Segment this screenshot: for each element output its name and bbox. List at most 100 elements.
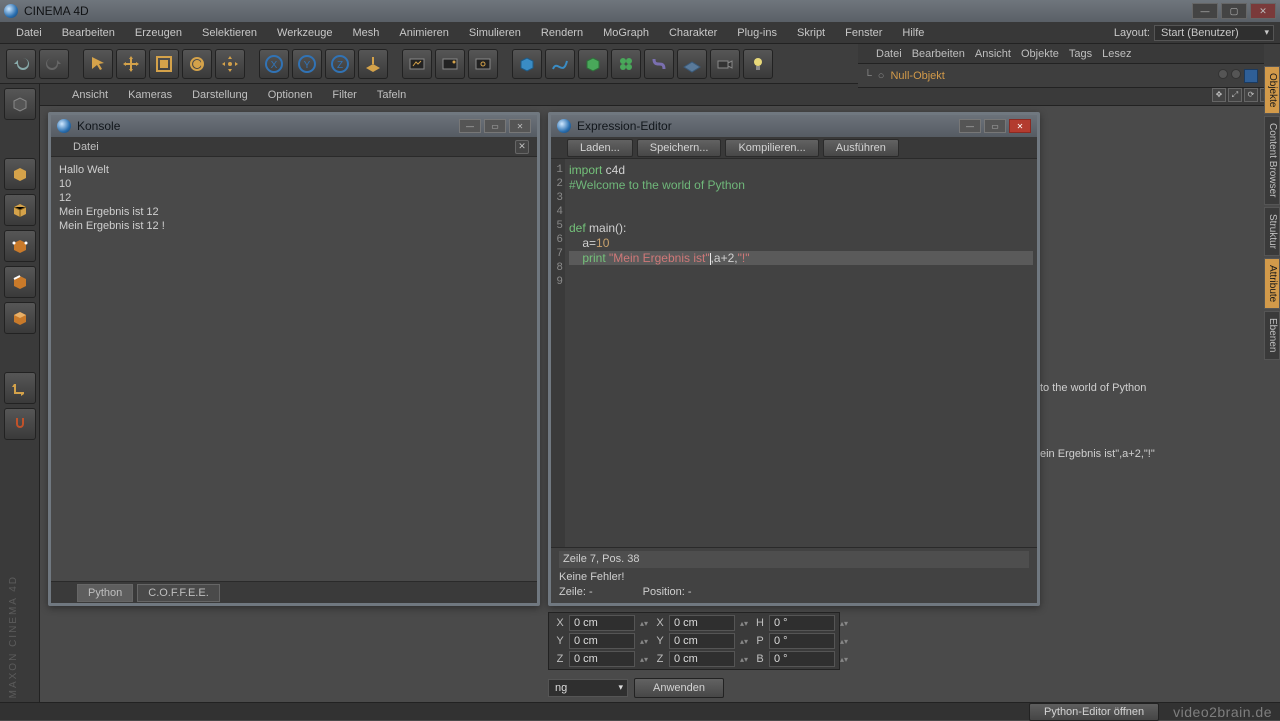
rotate-tool[interactable] bbox=[182, 49, 212, 79]
axis-y-button[interactable]: Y bbox=[292, 49, 322, 79]
menu-animieren[interactable]: Animieren bbox=[389, 24, 459, 42]
coord-system-button[interactable] bbox=[358, 49, 388, 79]
camera-button[interactable] bbox=[710, 49, 740, 79]
render-dot-icon[interactable] bbox=[1231, 69, 1241, 79]
console-maximize-button[interactable]: ▭ bbox=[484, 119, 506, 133]
object-name[interactable]: Null-Objekt bbox=[890, 70, 944, 82]
coord-x2-field[interactable]: 0 cm bbox=[669, 615, 735, 631]
spline-button[interactable] bbox=[545, 49, 575, 79]
move-tool[interactable] bbox=[116, 49, 146, 79]
axis-tool-button[interactable] bbox=[4, 372, 36, 404]
snap-button[interactable] bbox=[4, 408, 36, 440]
spinner-icon[interactable]: ▴▾ bbox=[637, 637, 651, 646]
console-menu-datei[interactable]: Datei bbox=[59, 141, 99, 153]
menu-skript[interactable]: Skript bbox=[787, 24, 835, 42]
array-button[interactable] bbox=[611, 49, 641, 79]
vp-menu-kameras[interactable]: Kameras bbox=[124, 87, 176, 103]
object-row[interactable]: └ ○ Null-Objekt bbox=[858, 64, 1264, 88]
edge-mode-button[interactable] bbox=[4, 266, 36, 298]
coord-z-field[interactable]: 0 cm bbox=[569, 651, 635, 667]
menu-rendern[interactable]: Rendern bbox=[531, 24, 593, 42]
console-minimize-button[interactable]: — bbox=[459, 119, 481, 133]
spinner-icon[interactable]: ▴▾ bbox=[637, 655, 651, 664]
coord-y-field[interactable]: 0 cm bbox=[569, 633, 635, 649]
render-view-button[interactable] bbox=[402, 49, 432, 79]
vp-menu-ansicht[interactable]: Ansicht bbox=[68, 87, 112, 103]
menu-selektieren[interactable]: Selektieren bbox=[192, 24, 267, 42]
poly-mode-button[interactable] bbox=[4, 302, 36, 334]
menu-charakter[interactable]: Charakter bbox=[659, 24, 727, 42]
coord-x-field[interactable]: 0 cm bbox=[569, 615, 635, 631]
side-tab-content browser[interactable]: Content Browser bbox=[1264, 116, 1280, 204]
place-tool[interactable] bbox=[215, 49, 245, 79]
light-button[interactable] bbox=[743, 49, 773, 79]
deformer-button[interactable] bbox=[644, 49, 674, 79]
menu-mograph[interactable]: MoGraph bbox=[593, 24, 659, 42]
code-editor[interactable]: import c4d #Welcome to the world of Pyth… bbox=[565, 159, 1037, 547]
spinner-icon[interactable]: ▴▾ bbox=[837, 655, 851, 664]
spinner-icon[interactable]: ▴▾ bbox=[737, 637, 751, 646]
window-minimize-button[interactable]: — bbox=[1192, 3, 1218, 19]
expr-compile-button[interactable]: Kompilieren... bbox=[725, 139, 818, 157]
coord-apply-button[interactable]: Anwenden bbox=[634, 678, 724, 698]
side-tab-ebenen[interactable]: Ebenen bbox=[1264, 311, 1280, 359]
coord-z2-field[interactable]: 0 cm bbox=[669, 651, 735, 667]
obj-menu-ansicht[interactable]: Ansicht bbox=[975, 48, 1011, 60]
spinner-icon[interactable]: ▴▾ bbox=[837, 619, 851, 628]
visibility-dot-icon[interactable] bbox=[1218, 69, 1228, 79]
vp-zoom-icon[interactable]: ⤢ bbox=[1228, 88, 1242, 102]
vp-rotate-icon[interactable]: ⟳ bbox=[1244, 88, 1258, 102]
render-picture-button[interactable] bbox=[435, 49, 465, 79]
spinner-icon[interactable]: ▴▾ bbox=[637, 619, 651, 628]
side-tab-attribute[interactable]: Attribute bbox=[1264, 258, 1280, 309]
coord-b-field[interactable]: 0 ° bbox=[769, 651, 835, 667]
console-tab-coffee[interactable]: C.O.F.F.E.E. bbox=[137, 584, 220, 602]
menu-plug-ins[interactable]: Plug-ins bbox=[727, 24, 787, 42]
side-tab-objekte[interactable]: Objekte bbox=[1264, 66, 1280, 114]
open-python-editor-button[interactable]: Python-Editor öffnen bbox=[1029, 703, 1159, 721]
window-close-button[interactable]: ✕ bbox=[1250, 3, 1276, 19]
render-settings-button[interactable] bbox=[468, 49, 498, 79]
obj-menu-datei[interactable]: Datei bbox=[876, 48, 902, 60]
obj-menu-tags[interactable]: Tags bbox=[1069, 48, 1092, 60]
make-editable-button[interactable] bbox=[4, 88, 36, 120]
expr-load-button[interactable]: Laden... bbox=[567, 139, 633, 157]
menu-bearbeiten[interactable]: Bearbeiten bbox=[52, 24, 125, 42]
coord-p-field[interactable]: 0 ° bbox=[769, 633, 835, 649]
spinner-icon[interactable]: ▴▾ bbox=[837, 637, 851, 646]
obj-menu-objekte[interactable]: Objekte bbox=[1021, 48, 1059, 60]
redo-button[interactable] bbox=[39, 49, 69, 79]
coord-y2-field[interactable]: 0 cm bbox=[669, 633, 735, 649]
vp-menu-filter[interactable]: Filter bbox=[328, 87, 360, 103]
expr-maximize-button[interactable]: ▭ bbox=[984, 119, 1006, 133]
menu-erzeugen[interactable]: Erzeugen bbox=[125, 24, 192, 42]
scale-tool[interactable] bbox=[149, 49, 179, 79]
obj-menu-lesez[interactable]: Lesez bbox=[1102, 48, 1131, 60]
coord-h-field[interactable]: 0 ° bbox=[769, 615, 835, 631]
expr-save-button[interactable]: Speichern... bbox=[637, 139, 722, 157]
select-tool[interactable] bbox=[83, 49, 113, 79]
menu-hilfe[interactable]: Hilfe bbox=[892, 24, 934, 42]
menu-werkzeuge[interactable]: Werkzeuge bbox=[267, 24, 342, 42]
menu-simulieren[interactable]: Simulieren bbox=[459, 24, 531, 42]
vp-menu-optionen[interactable]: Optionen bbox=[264, 87, 317, 103]
spinner-icon[interactable]: ▴▾ bbox=[737, 655, 751, 664]
python-tag-icon[interactable] bbox=[1244, 69, 1258, 83]
console-close-button[interactable]: ✕ bbox=[509, 119, 531, 133]
menu-datei[interactable]: Datei bbox=[6, 24, 52, 42]
expr-close-button[interactable]: ✕ bbox=[1009, 119, 1031, 133]
floor-button[interactable] bbox=[677, 49, 707, 79]
axis-z-button[interactable]: Z bbox=[325, 49, 355, 79]
side-tab-struktur[interactable]: Struktur bbox=[1264, 207, 1280, 256]
spinner-icon[interactable]: ▴▾ bbox=[737, 619, 751, 628]
coord-mode-dropdown[interactable]: ng bbox=[548, 679, 628, 697]
axis-x-button[interactable]: X bbox=[259, 49, 289, 79]
expr-run-button[interactable]: Ausführen bbox=[823, 139, 899, 157]
point-mode-button[interactable] bbox=[4, 230, 36, 262]
texture-mode-button[interactable] bbox=[4, 194, 36, 226]
obj-menu-bearbeiten[interactable]: Bearbeiten bbox=[912, 48, 965, 60]
vp-menu-tafeln[interactable]: Tafeln bbox=[373, 87, 410, 103]
undo-button[interactable] bbox=[6, 49, 36, 79]
menu-fenster[interactable]: Fenster bbox=[835, 24, 892, 42]
layout-dropdown[interactable]: Start (Benutzer) bbox=[1154, 25, 1274, 41]
